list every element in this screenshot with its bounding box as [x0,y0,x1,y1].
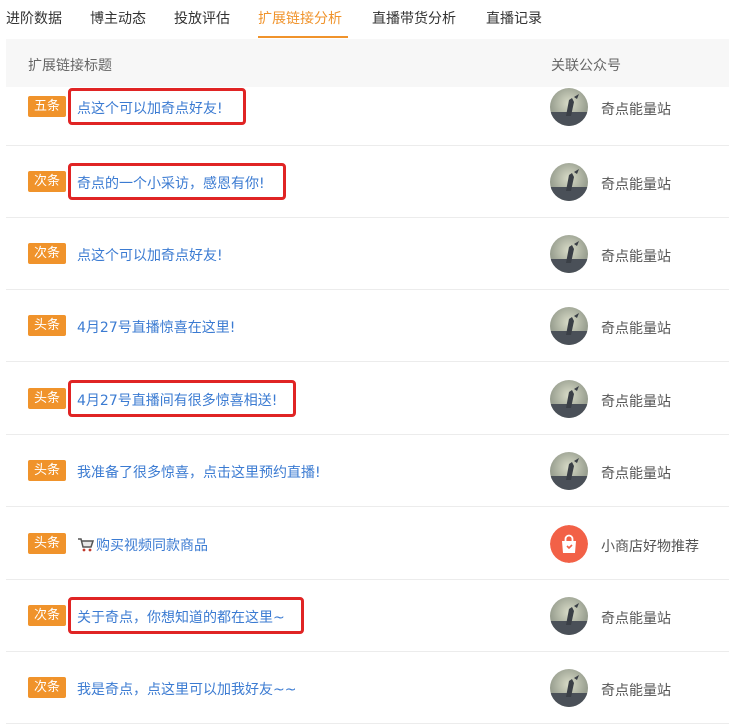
account-avatar [550,163,588,201]
link-title[interactable]: 点这个可以加奇点好友! [77,98,223,118]
link-title[interactable]: 我准备了很多惊喜，点击这里预约直播! [77,462,321,482]
table-row: 五条 点这个可以加奇点好友! 奇点能量站 [6,88,729,146]
account-avatar [550,669,588,707]
link-title[interactable]: 奇点的一个小采访，感恩有你! [77,173,265,193]
link-title-text: 关于奇点，你想知道的都在这里~ [77,610,285,626]
tab-blogger-updates[interactable]: 博主动态 [90,8,146,28]
tab-live-records[interactable]: 直播记录 [486,8,542,28]
position-badge: 五条 [28,96,66,117]
position-badge: 头条 [28,460,66,481]
active-tab-indicator [258,36,348,38]
link-title[interactable]: 购买视频同款商品 [77,535,208,556]
account-name[interactable]: 奇点能量站 [601,246,671,266]
position-badge: 次条 [28,243,66,264]
account-avatar [550,380,588,418]
column-header-account: 关联公众号 [551,58,621,74]
tab-bar: 进阶数据 博主动态 投放评估 扩展链接分析 直播带货分析 直播记录 [0,0,729,38]
link-title[interactable]: 点这个可以加奇点好友! [77,245,223,265]
account-name[interactable]: 奇点能量站 [601,318,671,338]
account-avatar [550,452,588,490]
link-title[interactable]: 我是奇点，点这里可以加我好友~~ [77,679,296,699]
table-row: 头条 我准备了很多惊喜，点击这里预约直播! 奇点能量站 [6,435,729,507]
tab-ad-evaluation[interactable]: 投放评估 [174,8,230,28]
account-avatar [550,597,588,635]
account-avatar [550,307,588,345]
account-avatar [550,88,588,126]
account-name[interactable]: 奇点能量站 [601,99,671,119]
link-title-text: 我是奇点，点这里可以加我好友~~ [77,682,297,698]
position-badge: 头条 [28,533,66,554]
link-title-text: 点这个可以加奇点好友! [77,248,223,264]
table-row: 次条 点这个可以加奇点好友! 奇点能量站 [6,218,729,290]
account-name[interactable]: 奇点能量站 [601,608,671,628]
column-header-title: 扩展链接标题 [28,58,112,74]
link-title[interactable]: 4月27号直播间有很多惊喜相送! [77,390,277,410]
link-title-text: 奇点的一个小采访，感恩有你! [77,176,265,192]
position-badge: 次条 [28,605,66,626]
link-title-text: 点这个可以加奇点好友! [77,101,223,117]
table-header: 扩展链接标题 关联公众号 [6,39,729,87]
link-title-text: 4月27号直播惊喜在这里! [77,320,236,336]
link-title-text: 我准备了很多惊喜，点击这里预约直播! [77,465,321,481]
table-row: 次条 我是奇点，点这里可以加我好友~~ 奇点能量站 [6,652,729,724]
account-name[interactable]: 小商店好物推荐 [601,536,699,556]
table-row: 头条 购买视频同款商品 小商店好物推荐 [6,508,729,580]
table-row: 头条 4月27号直播惊喜在这里! 奇点能量站 [6,290,729,362]
tab-extended-link-analysis[interactable]: 扩展链接分析 [258,8,342,28]
account-name[interactable]: 奇点能量站 [601,680,671,700]
account-name[interactable]: 奇点能量站 [601,391,671,411]
tab-live-sales-analysis[interactable]: 直播带货分析 [372,8,456,28]
position-badge: 次条 [28,677,66,698]
link-title[interactable]: 关于奇点，你想知道的都在这里~ [77,607,285,627]
link-title-text: 4月27号直播间有很多惊喜相送! [77,393,278,409]
tab-advanced-data[interactable]: 进阶数据 [6,8,62,28]
link-title-text: 购买视频同款商品 [96,538,208,554]
table-row: 次条 关于奇点，你想知道的都在这里~ 奇点能量站 [6,580,729,652]
link-title[interactable]: 4月27号直播惊喜在这里! [77,317,235,337]
position-badge: 头条 [28,315,66,336]
position-badge: 头条 [28,388,66,409]
account-name[interactable]: 奇点能量站 [601,463,671,483]
table-row: 头条 4月27号直播间有很多惊喜相送! 奇点能量站 [6,363,729,435]
shop-bag-icon [550,525,588,563]
table-row: 次条 奇点的一个小采访，感恩有你! 奇点能量站 [6,146,729,218]
shopping-cart-icon [77,537,95,556]
account-name[interactable]: 奇点能量站 [601,174,671,194]
position-badge: 次条 [28,171,66,192]
account-avatar [550,235,588,273]
